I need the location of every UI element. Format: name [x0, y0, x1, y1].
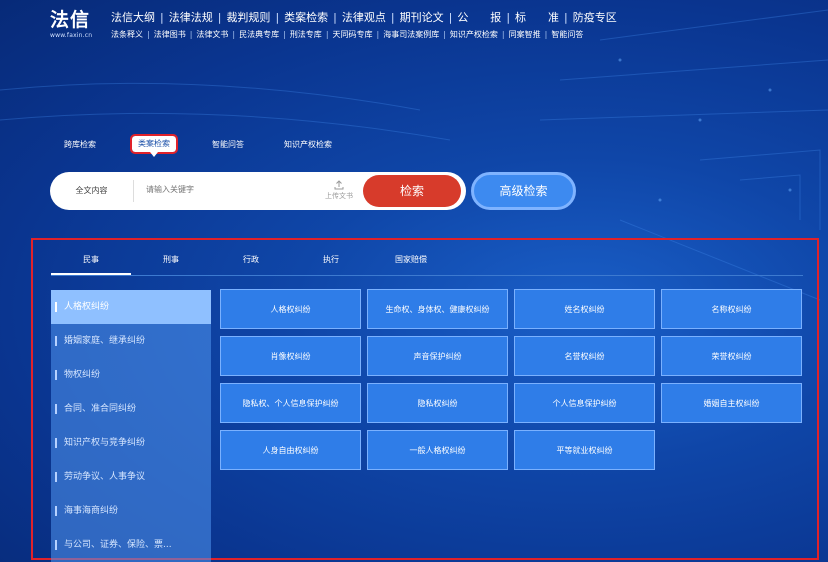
tab-administrative[interactable]: 行政	[211, 254, 291, 265]
search-button[interactable]: 检索	[363, 175, 461, 207]
tab-similar-case-search[interactable]: 类案检索	[130, 134, 178, 157]
tab-criminal[interactable]: 刑事	[131, 254, 211, 265]
sub-category-button[interactable]: 荣誉权纠纷	[661, 336, 802, 376]
nav-sub-item[interactable]: 天同码专库	[333, 29, 373, 40]
nav-separator: |	[564, 10, 568, 24]
nav-sub-item[interactable]: 知识产权检索	[450, 29, 498, 40]
brand-logo[interactable]: 法信 www.faxin.cn	[50, 9, 100, 40]
tab-cross-library-search[interactable]: 跨库检索	[64, 140, 96, 150]
sub-category-button[interactable]: 肖像权纠纷	[220, 336, 361, 376]
nav-separator: |	[501, 30, 505, 39]
tab-ip-search[interactable]: 知识产权检索	[284, 140, 332, 150]
nav-separator: |	[160, 10, 164, 24]
nav-sub-item[interactable]: 法律文书	[196, 29, 228, 40]
sub-category-button[interactable]: 名称权纠纷	[661, 289, 802, 329]
nav-main-item[interactable]: 裁判规则	[226, 9, 270, 25]
nav-separator: |	[147, 30, 150, 39]
sub-navigation: 法条释义 | 法律图书 | 法律文书 | 民法典专库 | 刑法专库 | 天同码专库 | 海事司法案例库 |…	[111, 29, 583, 40]
sub-category-button[interactable]: 婚姻自主权纠纷	[661, 383, 802, 423]
nav-separator: |	[283, 30, 286, 39]
top-header: 法信 www.faxin.cn 法信大纲 | 法律法规 | 裁判规则 | 类案检索 | 法律观点…	[0, 0, 828, 50]
nav-main-item[interactable]: 法律法规	[169, 9, 213, 25]
sub-category-button[interactable]: 生命权、身体权、健康权纠纷	[367, 289, 508, 329]
nav-separator: |	[232, 30, 236, 39]
nav-separator: |	[189, 30, 193, 39]
nav-main-item[interactable]: 法信大纲	[111, 9, 155, 25]
sub-category-button[interactable]: 名誉权纠纷	[514, 336, 655, 376]
sub-category-button[interactable]: 个人信息保护纠纷	[514, 383, 655, 423]
nav-separator: |	[390, 10, 395, 24]
sub-category-button[interactable]: 平等就业权纠纷	[514, 430, 655, 470]
nav-separator: |	[544, 30, 548, 39]
sub-category-button[interactable]: 人格权纠纷	[220, 289, 361, 329]
nav-sub-item[interactable]: 同案智推	[509, 29, 541, 40]
main-navigation: 法信大纲 | 法律法规 | 裁判规则 | 类案检索 | 法律观点 | 期刊论文 | 公 报 | 标 准 | 防疫…	[111, 9, 617, 25]
sidebar-item[interactable]: 合同、准合同纠纷	[51, 392, 211, 426]
sub-category-button[interactable]: 隐私权纠纷	[367, 383, 508, 423]
nav-separator: |	[217, 10, 222, 24]
sidebar-item[interactable]: 与公司、证券、保险、票...	[51, 528, 211, 562]
upload-label: 上传文书	[325, 192, 353, 200]
nav-main-item[interactable]: 防疫专区	[573, 9, 617, 25]
sub-category-button[interactable]: 声音保护纠纷	[367, 336, 508, 376]
search-bar: 全文内容 上传文书 检索	[50, 172, 466, 210]
tab-enforcement[interactable]: 执行	[291, 254, 371, 265]
nav-separator: |	[333, 10, 337, 24]
nav-main-item[interactable]: 公 报	[457, 9, 501, 25]
nav-main-item[interactable]: 期刊论文	[400, 9, 444, 25]
upload-icon	[334, 180, 344, 190]
nav-sub-item[interactable]: 刑法专库	[290, 29, 322, 40]
advanced-search-button[interactable]: 高级检索	[471, 172, 576, 210]
nav-separator: |	[448, 10, 453, 24]
tab-smart-qa[interactable]: 智能问答	[212, 140, 244, 150]
nav-separator: |	[275, 10, 280, 24]
nav-separator: |	[376, 30, 380, 39]
sidebar-item[interactable]: 知识产权与竞争纠纷	[51, 426, 211, 460]
sidebar-item[interactable]: 人格权纠纷	[51, 290, 211, 324]
nav-sub-item[interactable]: 法律图书	[154, 29, 186, 40]
brand-url: www.faxin.cn	[50, 32, 93, 39]
nav-main-item[interactable]: 类案检索	[284, 9, 328, 25]
case-category-panel: 民事 刑事 行政 执行 国家赔偿 人格权纠纷 婚姻家庭、继承纠纷 物权纠纷 合同、准合…	[31, 238, 819, 562]
nav-sub-item[interactable]: 民法典专库	[239, 29, 279, 40]
upload-document-button[interactable]: 上传文书	[320, 180, 358, 201]
sub-category-button[interactable]: 人身自由权纠纷	[220, 430, 361, 470]
case-type-tabs: 民事 刑事 行政 执行 国家赔偿	[51, 246, 803, 276]
tab-state-compensation[interactable]: 国家赔偿	[371, 254, 451, 265]
nav-main-item[interactable]: 标 准	[515, 9, 559, 25]
brand-name: 法信	[50, 9, 91, 31]
cause-category-sidebar: 人格权纠纷 婚姻家庭、继承纠纷 物权纠纷 合同、准合同纠纷 知识产权与竞争纠纷 劳动争议、…	[51, 290, 211, 562]
search-scope-select[interactable]: 全文内容	[50, 180, 134, 202]
tab-civil[interactable]: 民事	[51, 254, 131, 275]
sub-category-button[interactable]: 姓名权纠纷	[514, 289, 655, 329]
nav-separator: |	[506, 10, 511, 24]
keyword-input[interactable]	[146, 185, 346, 194]
nav-sub-item[interactable]: 法条释义	[111, 29, 143, 40]
nav-sub-item[interactable]: 海事司法案例库	[383, 29, 439, 40]
sidebar-item[interactable]: 物权纠纷	[51, 358, 211, 392]
sidebar-item[interactable]: 海事海商纠纷	[51, 494, 211, 528]
sub-category-button[interactable]: 隐私权、个人信息保护纠纷	[220, 383, 361, 423]
sidebar-item[interactable]: 婚姻家庭、继承纠纷	[51, 324, 211, 358]
sidebar-item[interactable]: 劳动争议、人事争议	[51, 460, 211, 494]
nav-separator: |	[443, 30, 446, 39]
nav-separator: |	[325, 30, 329, 39]
sub-category-button[interactable]: 一般人格权纠纷	[367, 430, 508, 470]
nav-sub-item[interactable]: 智能问答	[551, 29, 583, 40]
nav-main-item[interactable]: 法律观点	[342, 9, 386, 25]
